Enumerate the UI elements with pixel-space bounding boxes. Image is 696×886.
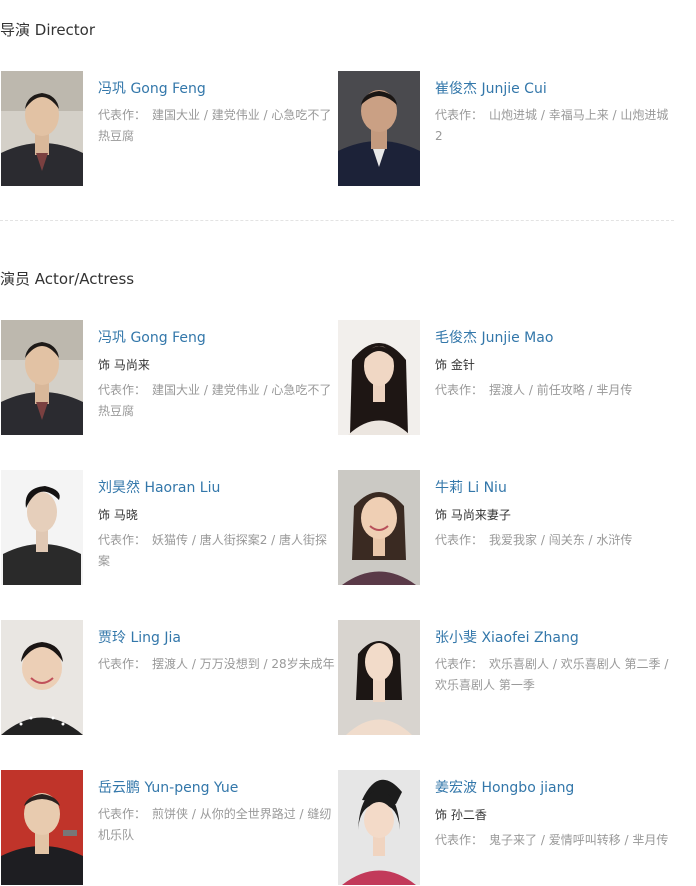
person-name-link[interactable]: 贾玲 Ling Jia bbox=[98, 628, 336, 648]
actor-photo[interactable] bbox=[338, 770, 420, 885]
director-photo[interactable] bbox=[338, 71, 420, 186]
representative-works: 代表作： 欢乐喜剧人 / 欢乐喜剧人 第二季 / 欢乐喜剧人 第一季 bbox=[435, 654, 673, 696]
person-name-link[interactable]: 姜宏波 Hongbo jiang bbox=[435, 778, 673, 798]
cast-section-title: 演员 Actor/Actress bbox=[0, 270, 135, 288]
representative-works: 代表作： 妖猫传 / 唐人街探案2 / 唐人街探案 bbox=[98, 530, 336, 572]
woman-portrait-image bbox=[338, 770, 420, 885]
man-portrait-image bbox=[1, 71, 83, 186]
cast-card: 牛莉 Li Niu 饰 马尚来妻子 代表作： 我爱我家 / 闯关东 / 水浒传 bbox=[338, 470, 668, 586]
person-name-link[interactable]: 张小斐 Xiaofei Zhang bbox=[435, 628, 673, 648]
works-label: 代表作： bbox=[98, 533, 147, 547]
works-list: 我爱我家 / 闯关东 / 水浒传 bbox=[489, 533, 633, 547]
actor-photo[interactable] bbox=[338, 620, 420, 735]
works-label: 代表作： bbox=[98, 383, 147, 397]
person-name-link[interactable]: 冯巩 Gong Feng bbox=[98, 79, 336, 99]
actor-photo[interactable] bbox=[1, 770, 83, 885]
works-list: 摆渡人 / 万万没想到 / 28岁未成年 bbox=[152, 657, 335, 671]
actor-photo[interactable] bbox=[338, 320, 420, 435]
actor-photo[interactable] bbox=[1, 320, 83, 435]
works-label: 代表作： bbox=[98, 807, 147, 821]
representative-works: 代表作： 摆渡人 / 万万没想到 / 28岁未成年 bbox=[98, 654, 336, 675]
man-portrait-image bbox=[1, 770, 83, 885]
representative-works: 代表作： 摆渡人 / 前任攻略 / 芈月传 bbox=[435, 380, 673, 401]
person-name-link[interactable]: 冯巩 Gong Feng bbox=[98, 328, 336, 348]
works-label: 代表作： bbox=[435, 108, 484, 122]
actor-photo[interactable] bbox=[1, 620, 83, 735]
man-portrait-image bbox=[338, 71, 420, 186]
cast-card: 张小斐 Xiaofei Zhang 代表作： 欢乐喜剧人 / 欢乐喜剧人 第二季 … bbox=[338, 620, 668, 736]
character-role: 饰 马晓 bbox=[98, 508, 138, 522]
cast-card: 贾玲 Ling Jia 代表作： 摆渡人 / 万万没想到 / 28岁未成年 bbox=[1, 620, 335, 736]
woman-portrait-image bbox=[338, 620, 420, 735]
actor-photo[interactable] bbox=[338, 470, 420, 585]
person-name-link[interactable]: 牛莉 Li Niu bbox=[435, 478, 673, 498]
person-name-link[interactable]: 岳云鹏 Yun-peng Yue bbox=[98, 778, 336, 798]
representative-works: 代表作： 山炮进城 / 幸福马上来 / 山炮进城2 bbox=[435, 105, 673, 147]
works-label: 代表作： bbox=[98, 657, 147, 671]
woman-portrait-image bbox=[338, 320, 420, 435]
works-label: 代表作： bbox=[435, 383, 484, 397]
director-card: 崔俊杰 Junjie Cui 代表作： 山炮进城 / 幸福马上来 / 山炮进城2 bbox=[338, 71, 668, 187]
woman-portrait-image bbox=[338, 470, 420, 585]
woman-portrait-image bbox=[1, 620, 83, 735]
actor-photo[interactable] bbox=[1, 470, 83, 585]
works-label: 代表作： bbox=[435, 533, 484, 547]
person-name-link[interactable]: 毛俊杰 Junjie Mao bbox=[435, 328, 673, 348]
character-role: 饰 马尚来 bbox=[98, 358, 150, 372]
cast-card: 岳云鹏 Yun-peng Yue 代表作： 煎饼侠 / 从你的全世界路过 / 缝纫… bbox=[1, 770, 331, 886]
man-portrait-image bbox=[1, 470, 83, 585]
man-portrait-image bbox=[1, 320, 83, 435]
section-divider bbox=[0, 220, 674, 221]
representative-works: 代表作： 鬼子来了 / 爱情呼叫转移 / 芈月传 bbox=[435, 830, 673, 851]
character-role: 饰 金针 bbox=[435, 358, 475, 372]
director-photo[interactable] bbox=[1, 71, 83, 186]
representative-works: 代表作： 煎饼侠 / 从你的全世界路过 / 缝纫机乐队 bbox=[98, 804, 336, 846]
representative-works: 代表作： 建国大业 / 建党伟业 / 心急吃不了热豆腐 bbox=[98, 380, 336, 422]
representative-works: 代表作： 建国大业 / 建党伟业 / 心急吃不了热豆腐 bbox=[98, 105, 336, 147]
works-label: 代表作： bbox=[435, 657, 484, 671]
cast-card: 冯巩 Gong Feng 饰 马尚来 代表作： 建国大业 / 建党伟业 / 心急吃… bbox=[1, 320, 331, 436]
representative-works: 代表作： 我爱我家 / 闯关东 / 水浒传 bbox=[435, 530, 673, 551]
director-section-title: 导演 Director bbox=[0, 21, 96, 39]
works-list: 摆渡人 / 前任攻略 / 芈月传 bbox=[489, 383, 633, 397]
works-list: 鬼子来了 / 爱情呼叫转移 / 芈月传 bbox=[489, 833, 669, 847]
person-name-link[interactable]: 崔俊杰 Junjie Cui bbox=[435, 79, 673, 99]
character-role: 饰 孙二香 bbox=[435, 808, 487, 822]
cast-card: 毛俊杰 Junjie Mao 饰 金针 代表作： 摆渡人 / 前任攻略 / 芈月传 bbox=[338, 320, 668, 436]
character-role: 饰 马尚来妻子 bbox=[435, 508, 511, 522]
person-name-link[interactable]: 刘昊然 Haoran Liu bbox=[98, 478, 336, 498]
works-label: 代表作： bbox=[435, 833, 484, 847]
director-card: 冯巩 Gong Feng 代表作： 建国大业 / 建党伟业 / 心急吃不了热豆腐 bbox=[1, 71, 331, 187]
cast-card: 刘昊然 Haoran Liu 饰 马晓 代表作： 妖猫传 / 唐人街探案2 / 唐… bbox=[1, 470, 331, 586]
cast-card: 姜宏波 Hongbo jiang 饰 孙二香 代表作： 鬼子来了 / 爱情呼叫转移… bbox=[338, 770, 668, 886]
works-label: 代表作： bbox=[98, 108, 147, 122]
